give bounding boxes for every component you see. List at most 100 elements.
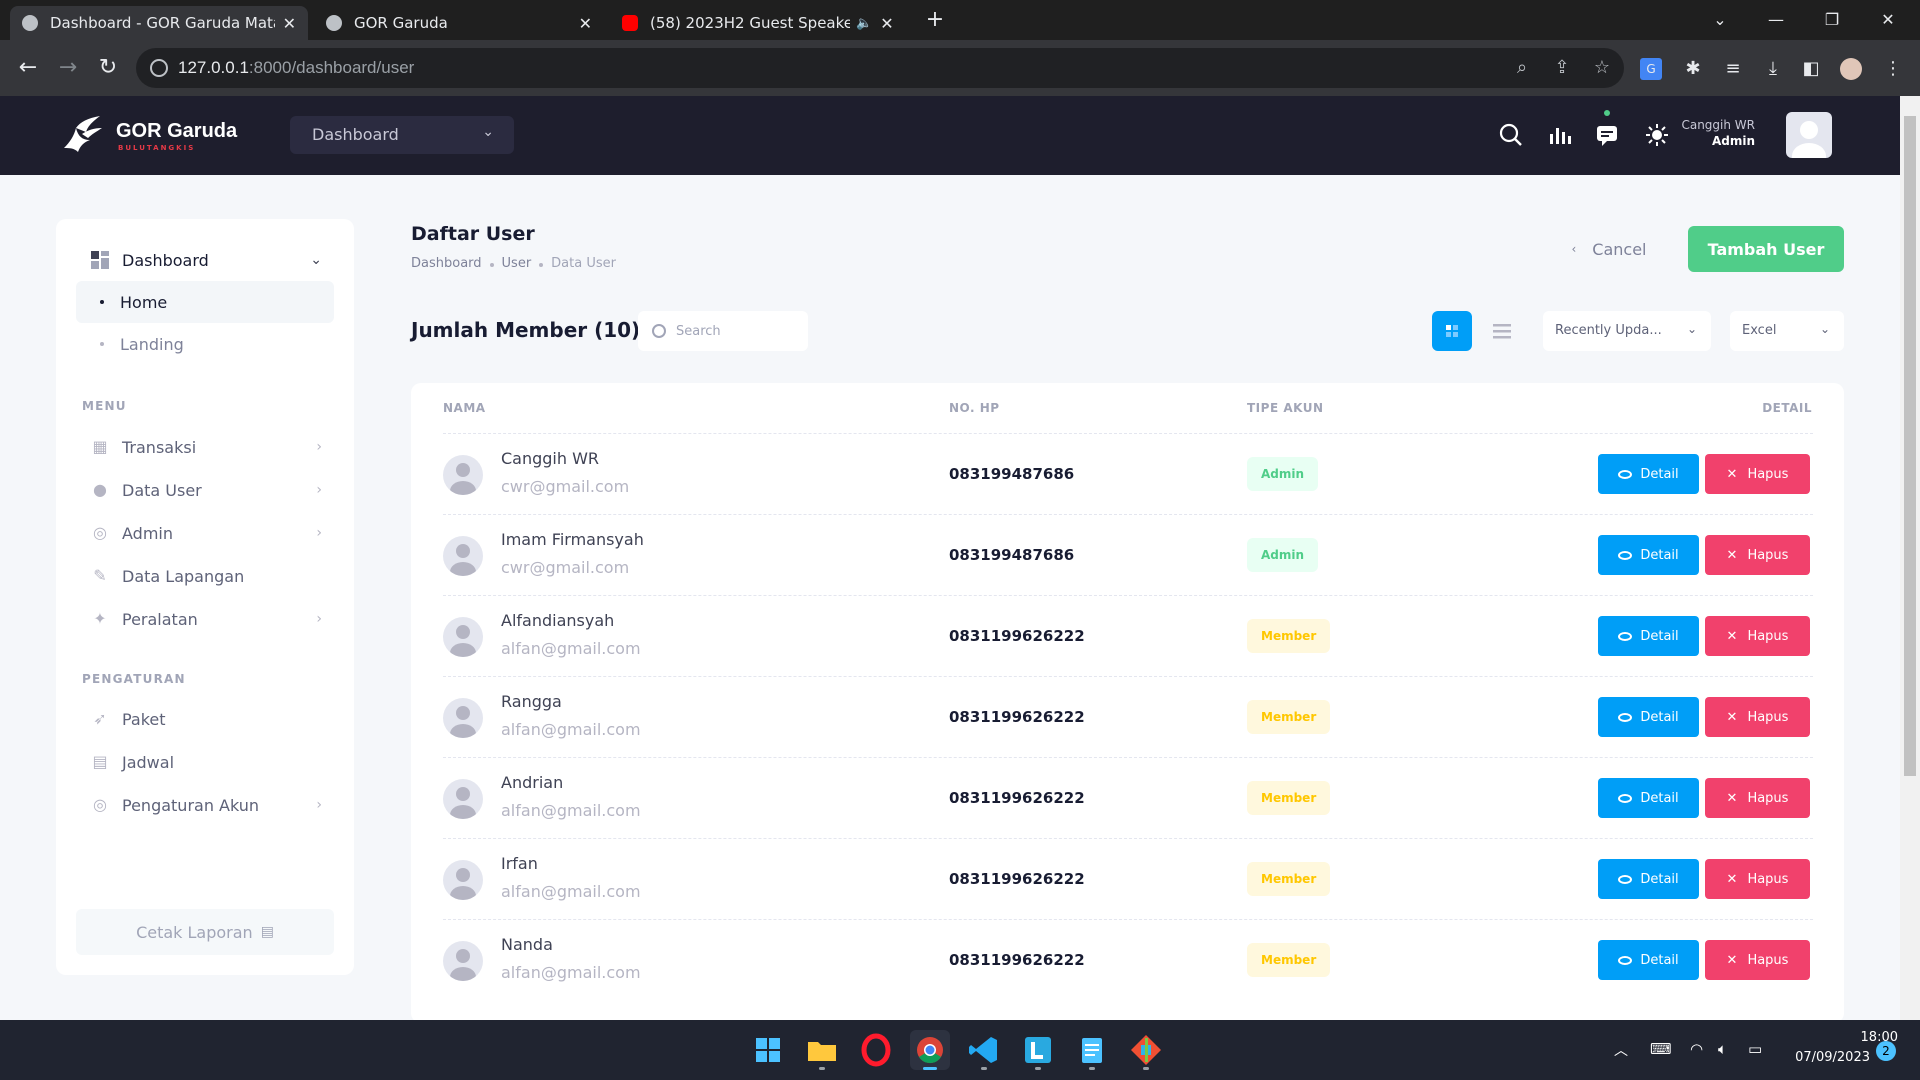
delete-button[interactable]: ✕ Hapus (1705, 778, 1810, 818)
minimize-button[interactable]: — (1756, 4, 1796, 36)
chat-icon[interactable] (1594, 122, 1620, 148)
delete-button[interactable]: ✕ Hapus (1705, 616, 1810, 656)
volume-icon[interactable]: 🔈︎ (1718, 1040, 1727, 1058)
maximize-button[interactable]: ❐ (1812, 4, 1852, 36)
user-name[interactable]: Alfandiansyah (501, 611, 614, 630)
sidebar-item-home[interactable]: Home (76, 281, 334, 323)
windows-start-icon[interactable] (748, 1030, 788, 1070)
detail-button[interactable]: Detail (1598, 697, 1699, 737)
tab-dashboard[interactable]: Dashboard - GOR Garuda Mataram ✕ (10, 6, 308, 40)
sidebar-item-jadwal[interactable]: ▤ Jadwal (76, 741, 334, 783)
delete-button[interactable]: ✕ Hapus (1705, 859, 1810, 899)
file-explorer-icon[interactable] (802, 1030, 842, 1070)
sidebar-item-peralatan[interactable]: ✦ Peralatan › (76, 598, 334, 640)
user-name[interactable]: Nanda (501, 935, 553, 954)
user-name[interactable]: Imam Firmansyah (501, 530, 644, 549)
sidebar-item-dashboard[interactable]: Dashboard ⌄ (76, 239, 334, 281)
detail-button[interactable]: Detail (1598, 616, 1699, 656)
column-header-no-hp[interactable]: NO. HP (949, 401, 1000, 415)
sidepanel-icon[interactable]: ◧ (1800, 58, 1822, 80)
detail-button[interactable]: Detail (1598, 940, 1699, 980)
battery-icon[interactable]: ▭ (1748, 1040, 1762, 1058)
puzzle-icon[interactable]: ✱ (1682, 58, 1704, 80)
vscode-icon[interactable] (964, 1030, 1004, 1070)
close-icon[interactable]: ✕ (283, 14, 296, 33)
share-icon[interactable]: ⇪ (1552, 58, 1572, 78)
column-header-nama[interactable]: NAMA (443, 401, 486, 415)
tab-youtube[interactable]: (58) 2023H2 Guest Speaker Series 🔈 ✕ (610, 6, 906, 40)
back-button[interactable]: ← (14, 54, 42, 82)
garuda-logo-icon[interactable] (60, 114, 104, 154)
detail-button[interactable]: Detail (1598, 454, 1699, 494)
add-user-button[interactable]: Tambah User (1688, 226, 1844, 272)
sort-select[interactable]: Recently Upda... ⌄ (1543, 311, 1711, 351)
detail-button[interactable]: Detail (1598, 535, 1699, 575)
breadcrumb-dashboard[interactable]: Dashboard (411, 256, 482, 271)
sidebar-item-data-lapangan[interactable]: ✎ Data Lapangan (76, 555, 334, 597)
git-app-icon[interactable] (1126, 1030, 1166, 1070)
chart-bar-icon[interactable] (1546, 122, 1572, 148)
new-tab-button[interactable]: + (915, 4, 955, 36)
list-view-button[interactable] (1482, 311, 1522, 351)
zoom-icon[interactable]: ⌕ (1512, 58, 1532, 78)
notepad-icon[interactable] (1072, 1030, 1112, 1070)
sidebar-item-pengaturan-akun[interactable]: ◎ Pengaturan Akun › (76, 784, 334, 826)
user-name[interactable]: Canggih WR (501, 449, 599, 468)
tab-gor-garuda[interactable]: GOR Garuda ✕ (314, 6, 604, 40)
user-name[interactable]: Irfan (501, 854, 538, 873)
sidebar-item-transaksi[interactable]: ▦ Transaksi › (76, 426, 334, 468)
user-name[interactable]: Andrian (501, 773, 563, 792)
detail-button[interactable]: Detail (1598, 859, 1699, 899)
delete-button[interactable]: ✕ Hapus (1705, 697, 1810, 737)
sidebar-item-paket[interactable]: ➶ Paket (76, 698, 334, 740)
page-scrollbar[interactable] (1900, 96, 1920, 1020)
export-select[interactable]: Excel ⌄ (1730, 311, 1844, 351)
forward-button[interactable]: → (54, 54, 82, 82)
search-box[interactable] (638, 311, 808, 351)
user-name[interactable]: Rangga (501, 692, 562, 711)
laragon-icon[interactable] (1018, 1030, 1058, 1070)
sidebar-item-admin[interactable]: ◎ Admin › (76, 512, 334, 554)
search-icon[interactable] (1498, 122, 1524, 148)
search-input[interactable] (676, 323, 786, 339)
delete-button[interactable]: ✕ Hapus (1705, 454, 1810, 494)
delete-button[interactable]: ✕ Hapus (1705, 940, 1810, 980)
user-email: alfan@gmail.com (501, 639, 641, 658)
notification-badge[interactable]: 2 (1876, 1041, 1896, 1061)
cancel-button[interactable]: ‹ Cancel (1545, 226, 1673, 272)
breadcrumb-user[interactable]: User (502, 256, 532, 271)
playlist-icon[interactable]: ≡ (1722, 58, 1744, 80)
star-icon[interactable]: ☆ (1592, 58, 1612, 78)
clock-date[interactable]: 07/09/2023 (1786, 1050, 1870, 1065)
opera-icon[interactable] (856, 1030, 896, 1070)
sidebar-item-landing[interactable]: Landing (76, 323, 334, 365)
grid-view-button[interactable] (1432, 311, 1472, 351)
address-bar[interactable]: 127.0.0.1:8000/dashboard/user ⌕ ⇪ ☆ (136, 48, 1624, 88)
chevron-up-icon[interactable]: ︿ (1614, 1040, 1628, 1060)
delete-button[interactable]: ✕ Hapus (1705, 535, 1810, 575)
detail-button[interactable]: Detail (1598, 778, 1699, 818)
keyboard-icon[interactable]: ⌨ (1650, 1040, 1672, 1058)
tab-search-chevron-icon[interactable]: ⌄ (1700, 4, 1740, 36)
kebab-menu-icon[interactable]: ⋮ (1882, 58, 1904, 80)
brand-name[interactable]: GOR Garuda (116, 120, 237, 143)
translate-icon[interactable]: G (1640, 58, 1662, 80)
wifi-icon[interactable]: ◠ (1690, 1040, 1703, 1058)
user-avatar[interactable] (1786, 112, 1832, 158)
url-text[interactable]: 127.0.0.1:8000/dashboard/user (178, 58, 414, 78)
chrome-icon[interactable] (910, 1030, 950, 1070)
print-report-button[interactable]: Cetak Laporan ▤ (76, 909, 334, 955)
scrollbar-thumb[interactable] (1904, 116, 1916, 776)
sun-icon[interactable] (1644, 122, 1670, 148)
close-window-button[interactable]: ✕ (1868, 4, 1908, 36)
sidebar-item-data-user[interactable]: ● Data User › (76, 469, 334, 511)
close-icon[interactable]: ✕ (579, 14, 592, 33)
speaker-icon[interactable]: 🔈 (856, 16, 872, 31)
download-icon[interactable]: ⤓ (1762, 58, 1784, 80)
dashboard-select[interactable]: Dashboard ⌄ (290, 116, 514, 154)
profile-avatar[interactable] (1840, 58, 1862, 80)
info-icon[interactable] (150, 59, 168, 77)
column-header-tipe-akun[interactable]: TIPE AKUN (1247, 401, 1323, 415)
close-icon[interactable]: ✕ (880, 14, 893, 33)
reload-button[interactable]: ↻ (94, 54, 122, 82)
